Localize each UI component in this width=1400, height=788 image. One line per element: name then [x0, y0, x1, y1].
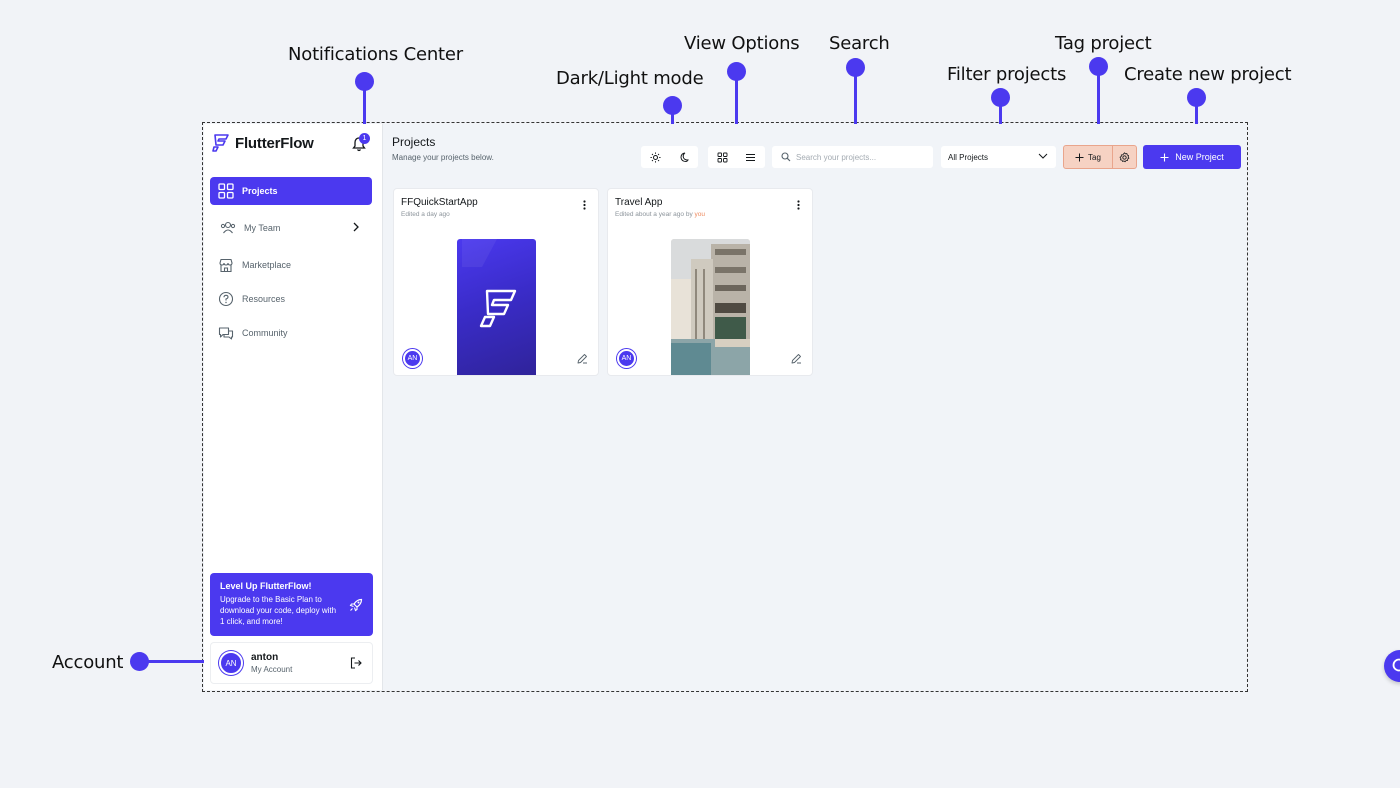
- annotation-filter: Filter projects: [947, 64, 1067, 85]
- page-subtitle: Manage your projects below.: [392, 153, 494, 162]
- sidebar-item-marketplace[interactable]: Marketplace: [210, 251, 372, 279]
- grid-icon: [218, 183, 234, 199]
- tag-button[interactable]: Tag: [1064, 146, 1113, 168]
- sidebar: FlutterFlow 1 Projects My Team Marketpla…: [204, 124, 383, 690]
- annotation-create: Create new project: [1124, 64, 1292, 85]
- project-edited-text: Edited a day ago: [401, 211, 450, 218]
- kebab-menu-icon[interactable]: [583, 200, 586, 210]
- app-window: FlutterFlow 1 Projects My Team Marketpla…: [204, 124, 1400, 690]
- project-card[interactable]: FFQuickStartApp Edited a day ago AN: [393, 188, 599, 376]
- kebab-menu-icon[interactable]: [797, 200, 800, 210]
- project-name: FFQuickStartApp: [401, 197, 478, 208]
- sidebar-item-label: Resources: [242, 294, 286, 304]
- rocket-icon: [349, 598, 363, 612]
- logo[interactable]: FlutterFlow: [211, 133, 314, 153]
- account-panel[interactable]: AN anton My Account: [210, 642, 373, 684]
- search-icon: [1392, 658, 1400, 672]
- project-thumbnail: [457, 239, 536, 375]
- annotation-view: View Options: [684, 33, 800, 54]
- new-project-label: New Project: [1175, 152, 1224, 162]
- annotation-notifications: Notifications Center: [288, 44, 463, 65]
- promo-body: Upgrade to the Basic Plan to download yo…: [220, 595, 337, 626]
- sidebar-item-resources[interactable]: Resources: [210, 285, 372, 313]
- chevron-down-icon: [1038, 153, 1048, 159]
- help-icon: [218, 291, 234, 307]
- annotation-line-notifications: [363, 82, 366, 130]
- plus-icon: [1075, 153, 1084, 161]
- sidebar-item-community[interactable]: Community: [210, 319, 372, 347]
- plus-icon: [1160, 153, 1169, 161]
- sidebar-item-label: Community: [242, 328, 288, 338]
- search-input[interactable]: [796, 152, 926, 162]
- team-icon: [220, 221, 236, 234]
- grid-view-icon: [717, 152, 727, 162]
- upgrade-promo[interactable]: Level Up FlutterFlow! Upgrade to the Bas…: [210, 573, 373, 636]
- tag-controls: Tag: [1063, 145, 1137, 169]
- project-thumbnail: [671, 239, 750, 375]
- sidebar-item-label: Marketplace: [242, 260, 292, 270]
- account-subtitle: My Account: [251, 665, 293, 674]
- project-edited-text: Edited about a year ago by: [615, 211, 693, 218]
- filter-value: All Projects: [948, 152, 989, 162]
- sidebar-item-label: Projects: [242, 186, 278, 196]
- logo-text: FlutterFlow: [235, 134, 314, 152]
- flutterflow-logo-icon: [212, 134, 229, 152]
- page-title: Projects: [392, 135, 436, 149]
- dark-mode-button[interactable]: [669, 146, 697, 168]
- sidebar-item-label: My Team: [244, 223, 281, 233]
- sun-icon: [650, 152, 660, 162]
- main-content: Projects Manage your projects below. Sea…: [383, 124, 1400, 690]
- avatar: AN: [219, 651, 243, 675]
- view-toggle: [708, 146, 765, 168]
- moon-icon: [679, 152, 689, 162]
- avatar: AN: [617, 349, 636, 368]
- search-icon: [781, 152, 791, 162]
- notification-badge: 1: [359, 133, 370, 144]
- annotation-line-account: [140, 660, 212, 663]
- sidebar-item-projects[interactable]: Projects: [210, 177, 372, 205]
- list-view-button[interactable]: [736, 146, 764, 168]
- annotation-search: Search: [829, 33, 890, 54]
- chevron-right-icon: [353, 222, 359, 232]
- new-project-button[interactable]: New Project: [1143, 145, 1241, 169]
- project-card[interactable]: Travel App Edited about a year ago by yo…: [607, 188, 813, 376]
- project-name: Travel App: [615, 197, 663, 208]
- store-icon: [219, 258, 233, 272]
- theme-toggle: [641, 146, 698, 168]
- project-edited: Edited a day ago: [401, 211, 450, 218]
- sidebar-item-my-team[interactable]: My Team: [210, 214, 372, 242]
- avatar: AN: [403, 349, 422, 368]
- gear-icon: [1119, 151, 1130, 162]
- search-bar[interactable]: [772, 146, 933, 168]
- tag-button-label: Tag: [1088, 152, 1101, 162]
- edit-icon[interactable]: [791, 353, 802, 364]
- annotation-tag: Tag project: [1055, 33, 1152, 54]
- annotation-theme: Dark/Light mode: [556, 68, 704, 89]
- promo-title: Level Up FlutterFlow!: [220, 581, 312, 591]
- flutterflow-logo-icon: [462, 239, 517, 328]
- search-fab[interactable]: [1384, 650, 1400, 682]
- grid-view-button[interactable]: [708, 146, 736, 168]
- building-photo-icon: [671, 239, 750, 375]
- project-edited: Edited about a year ago by you: [615, 211, 705, 218]
- project-edited-by: you: [694, 211, 705, 218]
- tag-settings-button[interactable]: [1113, 146, 1136, 168]
- annotation-account: Account: [52, 652, 124, 673]
- filter-dropdown[interactable]: All Projects: [941, 146, 1056, 168]
- edit-icon[interactable]: [577, 353, 588, 364]
- chat-icon: [218, 326, 234, 340]
- light-mode-button[interactable]: [641, 146, 669, 168]
- logout-icon[interactable]: [350, 657, 362, 669]
- account-name: anton: [251, 652, 279, 663]
- list-view-icon: [745, 153, 755, 161]
